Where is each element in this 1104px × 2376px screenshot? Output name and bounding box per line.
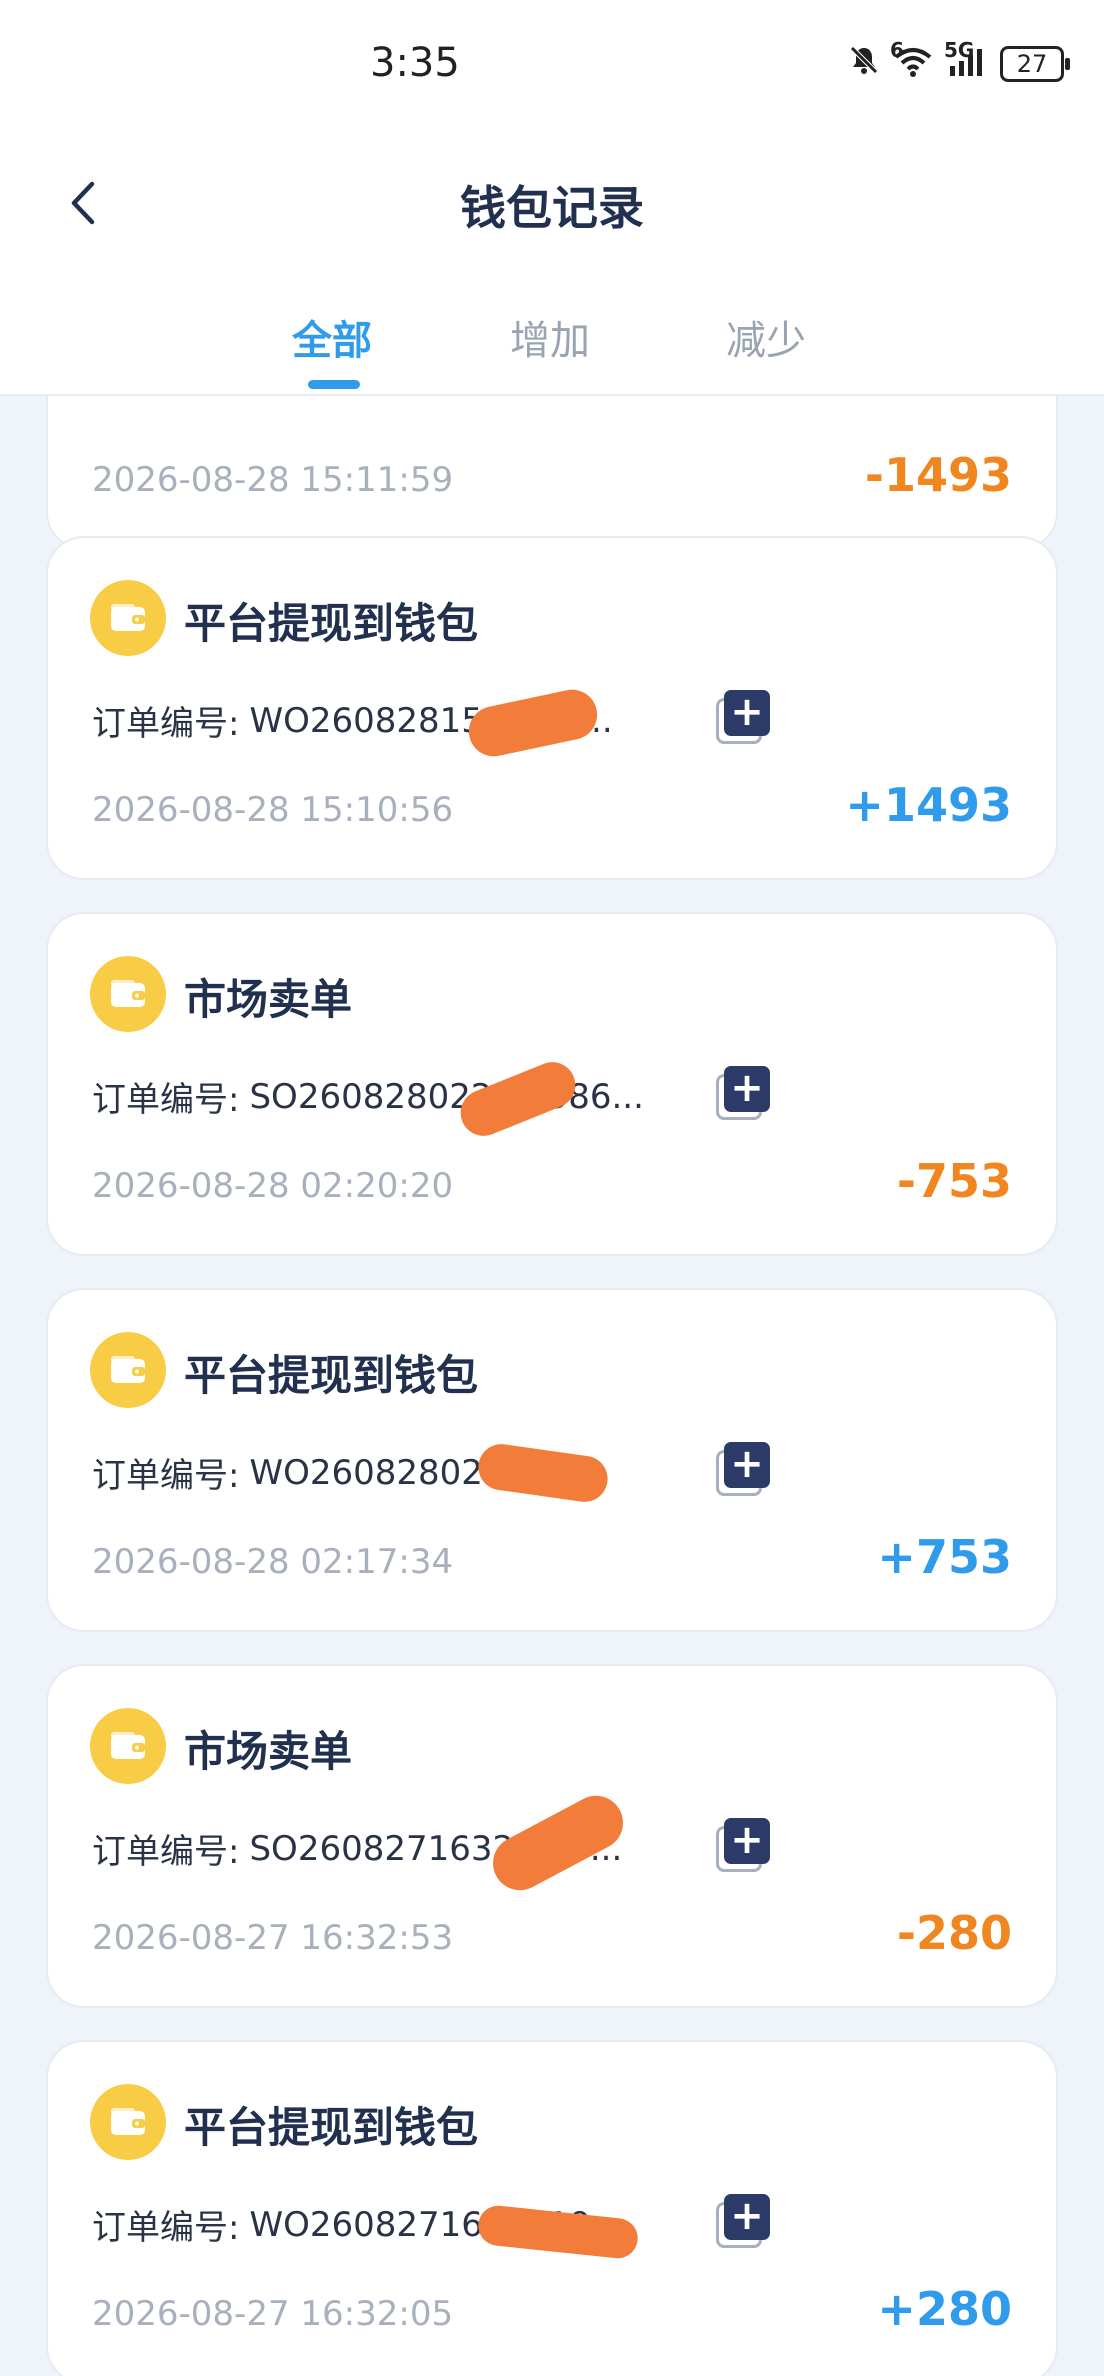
record-title: 平台提现到钱包 xyxy=(184,2103,479,2152)
copy-order-button[interactable]: + xyxy=(716,1442,772,1498)
record-amount: +753 xyxy=(877,1530,1012,1584)
order-label: 订单编号: xyxy=(92,1832,240,1872)
filter-tabs: 全部 增加 减少 xyxy=(0,260,1104,396)
tab-increase[interactable]: 增加 xyxy=(510,308,590,366)
mute-bell-icon xyxy=(848,44,880,84)
record-amount: -280 xyxy=(896,1906,1012,1960)
copy-plus-icon: + xyxy=(724,2194,770,2240)
wallet-record-list[interactable]: 2026-08-28 15:11:59 -1493 平台提现到钱包 订单编号: … xyxy=(46,396,1058,2376)
record-amount: -1493 xyxy=(864,448,1012,502)
active-tab-indicator xyxy=(308,380,360,389)
wallet-icon xyxy=(90,956,166,1032)
copy-order-button[interactable]: + xyxy=(716,1818,772,1874)
wallet-icon xyxy=(90,1332,166,1408)
record-time: 2026-08-28 15:11:59 xyxy=(92,460,454,500)
copy-plus-icon: + xyxy=(724,1066,770,1112)
copy-order-button[interactable]: + xyxy=(716,2194,772,2250)
record-amount: -753 xyxy=(896,1154,1012,1208)
order-label: 订单编号: xyxy=(92,1456,240,1496)
copy-plus-icon: + xyxy=(724,1442,770,1488)
record-card[interactable]: 2026-08-28 15:11:59 -1493 xyxy=(46,396,1058,550)
order-label: 订单编号: xyxy=(92,1080,240,1120)
record-time: 2026-08-28 02:17:34 xyxy=(92,1542,454,1582)
status-icons: 6 5G 27 xyxy=(848,38,1070,84)
status-time: 3:35 xyxy=(370,40,460,86)
order-label: 订单编号: xyxy=(92,2208,240,2248)
record-time: 2026-08-28 15:10:56 xyxy=(92,790,454,830)
copy-plus-icon: + xyxy=(724,1818,770,1864)
wifi-badge: 6 xyxy=(890,38,904,62)
tab-decrease[interactable]: 减少 xyxy=(726,308,806,366)
record-card[interactable]: 市场卖单 订单编号: SO26082716325 15... + 2026-08… xyxy=(46,1664,1058,2008)
page-title: 钱包记录 xyxy=(460,181,644,235)
record-title: 市场卖单 xyxy=(184,1727,353,1776)
order-id: SO2608280220 4586... xyxy=(249,1076,644,1117)
record-title: 平台提现到钱包 xyxy=(184,599,479,648)
record-title: 市场卖单 xyxy=(184,975,353,1024)
copy-order-button[interactable]: + xyxy=(716,1066,772,1122)
copy-order-button[interactable]: + xyxy=(716,690,772,746)
wallet-icon xyxy=(90,580,166,656)
nav-bar: 钱包记录 xyxy=(0,140,1104,260)
record-card[interactable]: 平台提现到钱包 订单编号: WO26082802 018... + 2026-0… xyxy=(46,1288,1058,1632)
battery-indicator: 27 xyxy=(1000,46,1070,82)
network-type: 5G xyxy=(944,38,975,62)
cellular-icon: 5G xyxy=(944,38,986,82)
record-card[interactable]: 平台提现到钱包 订单编号: WO260827163 5 19... + 2026… xyxy=(46,2040,1058,2376)
record-card[interactable]: 平台提现到钱包 订单编号: WO26082815 1374... + 2026-… xyxy=(46,536,1058,880)
wifi-icon: 6 xyxy=(890,38,932,82)
order-label: 订单编号: xyxy=(92,704,240,744)
copy-plus-icon: + xyxy=(724,690,770,736)
redaction-mark xyxy=(483,1786,633,1900)
record-time: 2026-08-28 02:20:20 xyxy=(92,1166,454,1206)
record-time: 2026-08-27 16:32:05 xyxy=(92,2294,454,2334)
record-amount: +1493 xyxy=(845,778,1012,832)
record-title: 平台提现到钱包 xyxy=(184,1351,479,1400)
redaction-mark xyxy=(453,1055,583,1143)
status-bar: 3:35 6 5G 27 xyxy=(0,0,1104,140)
record-amount: +280 xyxy=(877,2282,1012,2336)
record-time: 2026-08-27 16:32:53 xyxy=(92,1918,454,1958)
tab-all[interactable]: 全部 xyxy=(292,308,372,366)
record-card[interactable]: 市场卖单 订单编号: SO2608280220 4586... + 2026-0… xyxy=(46,912,1058,1256)
wallet-icon xyxy=(90,1708,166,1784)
wallet-icon xyxy=(90,2084,166,2160)
